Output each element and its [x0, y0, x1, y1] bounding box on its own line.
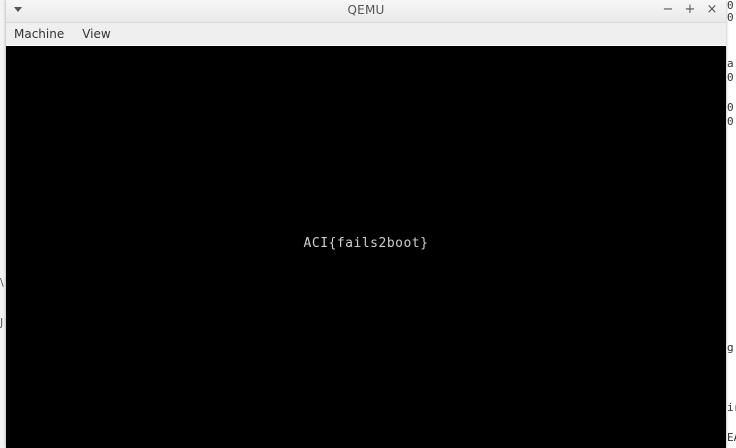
background-glyph: g [727, 341, 734, 354]
close-icon[interactable]: × [704, 2, 720, 18]
background-glyph: ir [727, 401, 736, 414]
window-controls: − + × [660, 2, 720, 18]
background-glyph: 0 [727, 115, 734, 128]
background-terminal: 0 0 a 0 0 0 g ir EA [726, 0, 736, 448]
minimize-icon[interactable]: − [660, 2, 676, 18]
vm-display[interactable]: ACI{fails2boot} [6, 46, 726, 448]
background-glyph: 0 [727, 71, 734, 84]
background-glyph: EA [727, 431, 736, 444]
desktop: \ J 0 0 a 0 0 0 g ir EA QEMU − + × Machi… [0, 0, 736, 448]
menu-machine[interactable]: Machine [14, 27, 64, 41]
window-title: QEMU [347, 3, 385, 17]
background-glyph: a [727, 57, 734, 70]
title-bar[interactable]: QEMU − + × [6, 0, 726, 23]
background-glyph: 0 [727, 101, 734, 114]
maximize-icon[interactable]: + [682, 2, 698, 18]
background-glyph: 0 [727, 11, 734, 24]
background-glyph: J [0, 316, 4, 329]
qemu-window: QEMU − + × Machine View ACI{fails2boot} [6, 0, 726, 448]
menu-view[interactable]: View [82, 27, 110, 41]
vm-console-output: ACI{fails2boot} [303, 236, 429, 251]
menu-bar: Machine View [6, 23, 726, 45]
background-glyph: \ [0, 276, 4, 289]
